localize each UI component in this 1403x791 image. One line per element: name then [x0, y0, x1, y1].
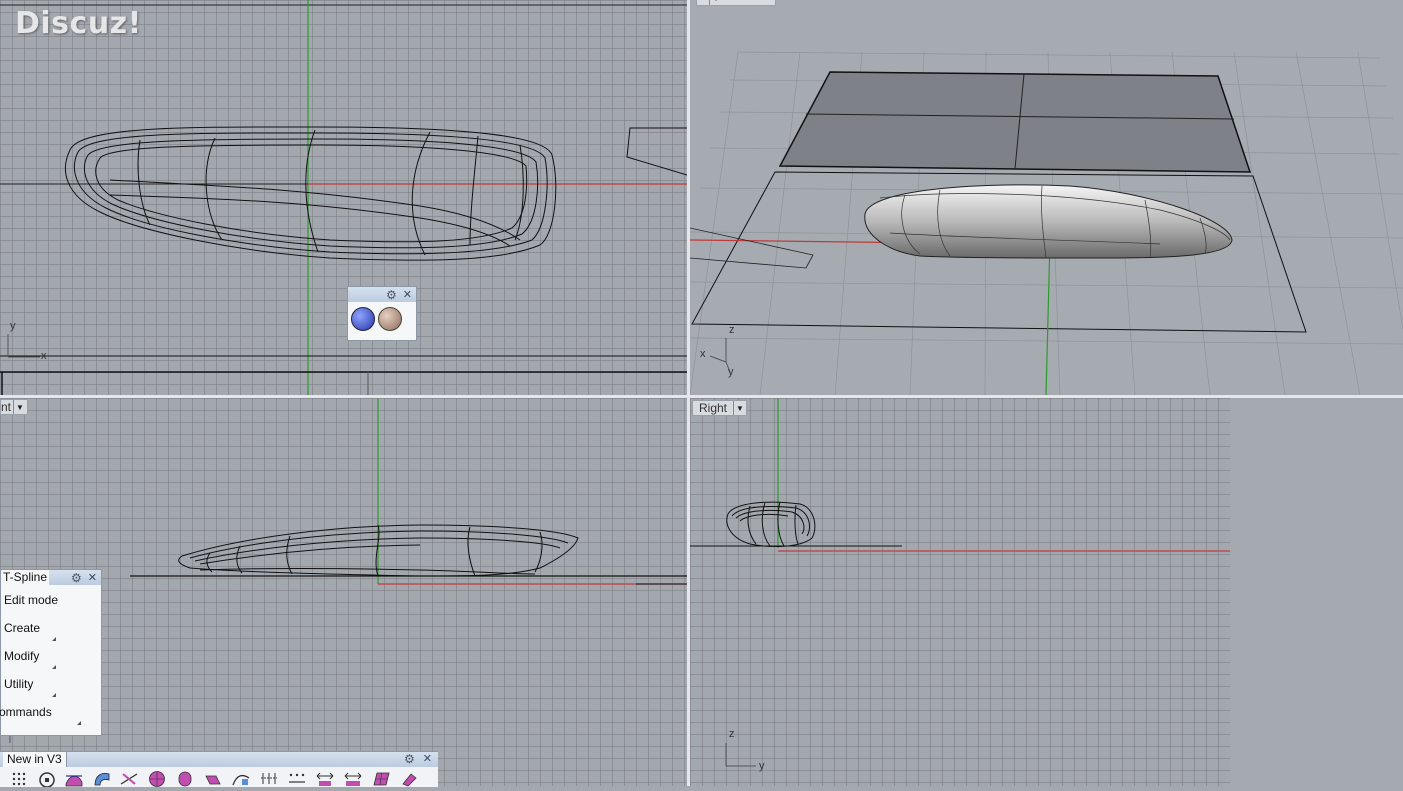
- point-grid-icon[interactable]: [10, 770, 30, 787]
- tsplines-item-commands[interactable]: ommands: [0, 705, 85, 725]
- distribute-points-icon[interactable]: [287, 770, 307, 787]
- surface-patch-icon[interactable]: [64, 770, 84, 787]
- curve-network-icon[interactable]: [119, 770, 139, 787]
- viewport-tab-label: Right: [699, 401, 728, 415]
- axis-label-z: z: [729, 728, 735, 740]
- gear-icon[interactable]: ⚙: [386, 289, 397, 301]
- arrange-arrows-icon[interactable]: [315, 770, 335, 787]
- viewport-divider-horizontal[interactable]: [0, 395, 1403, 398]
- stretch-arrows-icon[interactable]: [343, 770, 363, 787]
- render-mini-toolbar: ⚙ ✕: [347, 286, 417, 341]
- tsplines-item-modify[interactable]: Modify: [4, 649, 60, 669]
- viewport-tab-perspective[interactable]: ▼: [696, 0, 776, 6]
- tsplines-panel: ⚙ ✕ T-Spline Edit mode Create Modify Uti…: [0, 569, 102, 736]
- expand-corner-icon: [52, 693, 56, 697]
- front-viewport[interactable]: nt ▼: [0, 398, 687, 786]
- align-vertical-icon[interactable]: [259, 770, 279, 787]
- tsplines-item-utility[interactable]: Utility: [4, 677, 60, 697]
- axis-label-x: x: [41, 350, 47, 362]
- viewport-tab-right[interactable]: Right ▼: [692, 400, 747, 416]
- sphere-icon[interactable]: [147, 770, 167, 787]
- perspective-viewport-geometry: [690, 51, 1403, 395]
- axis-label-y: y: [10, 320, 16, 332]
- tsplines-item-label: Edit mode: [4, 593, 59, 607]
- gear-icon[interactable]: ⚙: [404, 753, 415, 765]
- tsplines-item-edit-mode[interactable]: Edit mode: [4, 593, 58, 607]
- viewport-divider-vertical[interactable]: [687, 0, 690, 786]
- tsplines-item-label: Utility: [4, 677, 34, 691]
- front-viewport-geometry: [9, 398, 687, 743]
- v3-toolbar-titlebar[interactable]: New in V3 ⚙ ✕: [0, 752, 438, 767]
- axis-label-z: z: [729, 324, 735, 336]
- axis-label-y: y: [759, 760, 765, 772]
- close-icon[interactable]: ✕: [423, 753, 432, 765]
- chevron-down-icon[interactable]: ▼: [733, 401, 746, 415]
- expand-corner-icon: [77, 721, 81, 725]
- circle-at-point-icon[interactable]: [37, 770, 57, 788]
- sweep-surface-icon[interactable]: [92, 770, 112, 787]
- expand-corner-icon: [52, 665, 56, 669]
- tsplines-item-label: ommands: [0, 705, 52, 719]
- chevron-down-icon[interactable]: ▼: [13, 400, 26, 414]
- tsplines-item-label: Modify: [4, 649, 40, 663]
- mini-toolbar-titlebar[interactable]: ⚙ ✕: [348, 287, 416, 302]
- chevron-down-icon[interactable]: ▼: [709, 0, 722, 5]
- gear-icon[interactable]: ⚙: [71, 572, 82, 584]
- blend-icon[interactable]: [231, 770, 251, 787]
- new-in-v3-toolbar: New in V3 ⚙ ✕: [0, 751, 438, 788]
- tsplines-panel-title: T-Spline: [1, 570, 49, 585]
- top-viewport-geometry: [0, 0, 687, 395]
- top-viewport[interactable]: Discuz! y x: [0, 0, 687, 395]
- eraser-icon[interactable]: [399, 770, 419, 787]
- v3-toolbar-title: New in V3: [3, 752, 67, 767]
- perspective-viewport[interactable]: z x y ▼: [690, 0, 1403, 395]
- globe-mesh-icon[interactable]: [351, 307, 375, 331]
- right-viewport-geometry: [690, 398, 1230, 767]
- watermark-text: Discuz!: [15, 6, 142, 41]
- tsplines-item-label: Create: [4, 621, 41, 635]
- expand-corner-icon: [52, 637, 56, 641]
- tsplines-item-create[interactable]: Create: [4, 621, 60, 641]
- empty-area: [1230, 398, 1403, 786]
- axis-label-x: x: [700, 348, 706, 360]
- capsule-icon[interactable]: [175, 770, 195, 787]
- viewport-tab-front[interactable]: nt ▼: [0, 399, 28, 415]
- close-icon[interactable]: ✕: [403, 288, 412, 301]
- pipe-icon[interactable]: [203, 770, 223, 787]
- close-icon[interactable]: ✕: [88, 571, 97, 584]
- grid-surface-icon[interactable]: [371, 770, 391, 787]
- viewport-tab-label: nt: [1, 400, 12, 414]
- right-viewport[interactable]: Right ▼ z y: [690, 398, 1230, 786]
- axis-label-y: y: [728, 366, 734, 378]
- soccer-ball-icon[interactable]: [378, 307, 402, 331]
